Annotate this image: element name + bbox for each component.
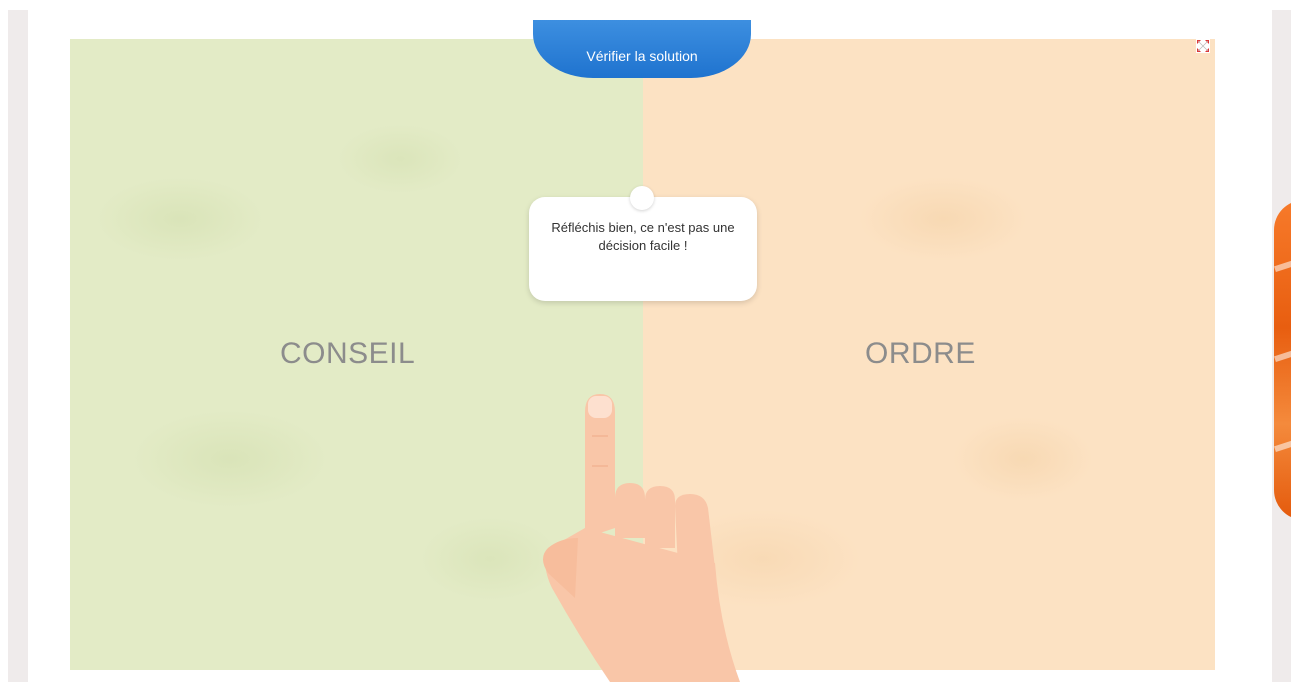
pointing-hand-icon [530,388,760,682]
verify-solution-label: Vérifier la solution [586,48,698,64]
zone-label-ordre: ORDRE [865,337,976,370]
activity-page: CONSEIL ORDRE Vérifier la solution Réflé… [0,0,1291,682]
fullscreen-icon[interactable] [1196,39,1210,53]
orange-decoration [1274,200,1291,520]
tooltip-knob [630,186,654,210]
right-margin [1272,10,1291,682]
hint-tooltip: Réfléchis bien, ce n'est pas une décisio… [529,197,757,301]
verify-solution-button[interactable]: Vérifier la solution [533,20,751,78]
hint-text: Réfléchis bien, ce n'est pas une décisio… [551,220,735,253]
left-margin [8,10,28,682]
zone-label-conseil: CONSEIL [280,337,416,370]
fullscreen-glyph [1196,39,1210,53]
